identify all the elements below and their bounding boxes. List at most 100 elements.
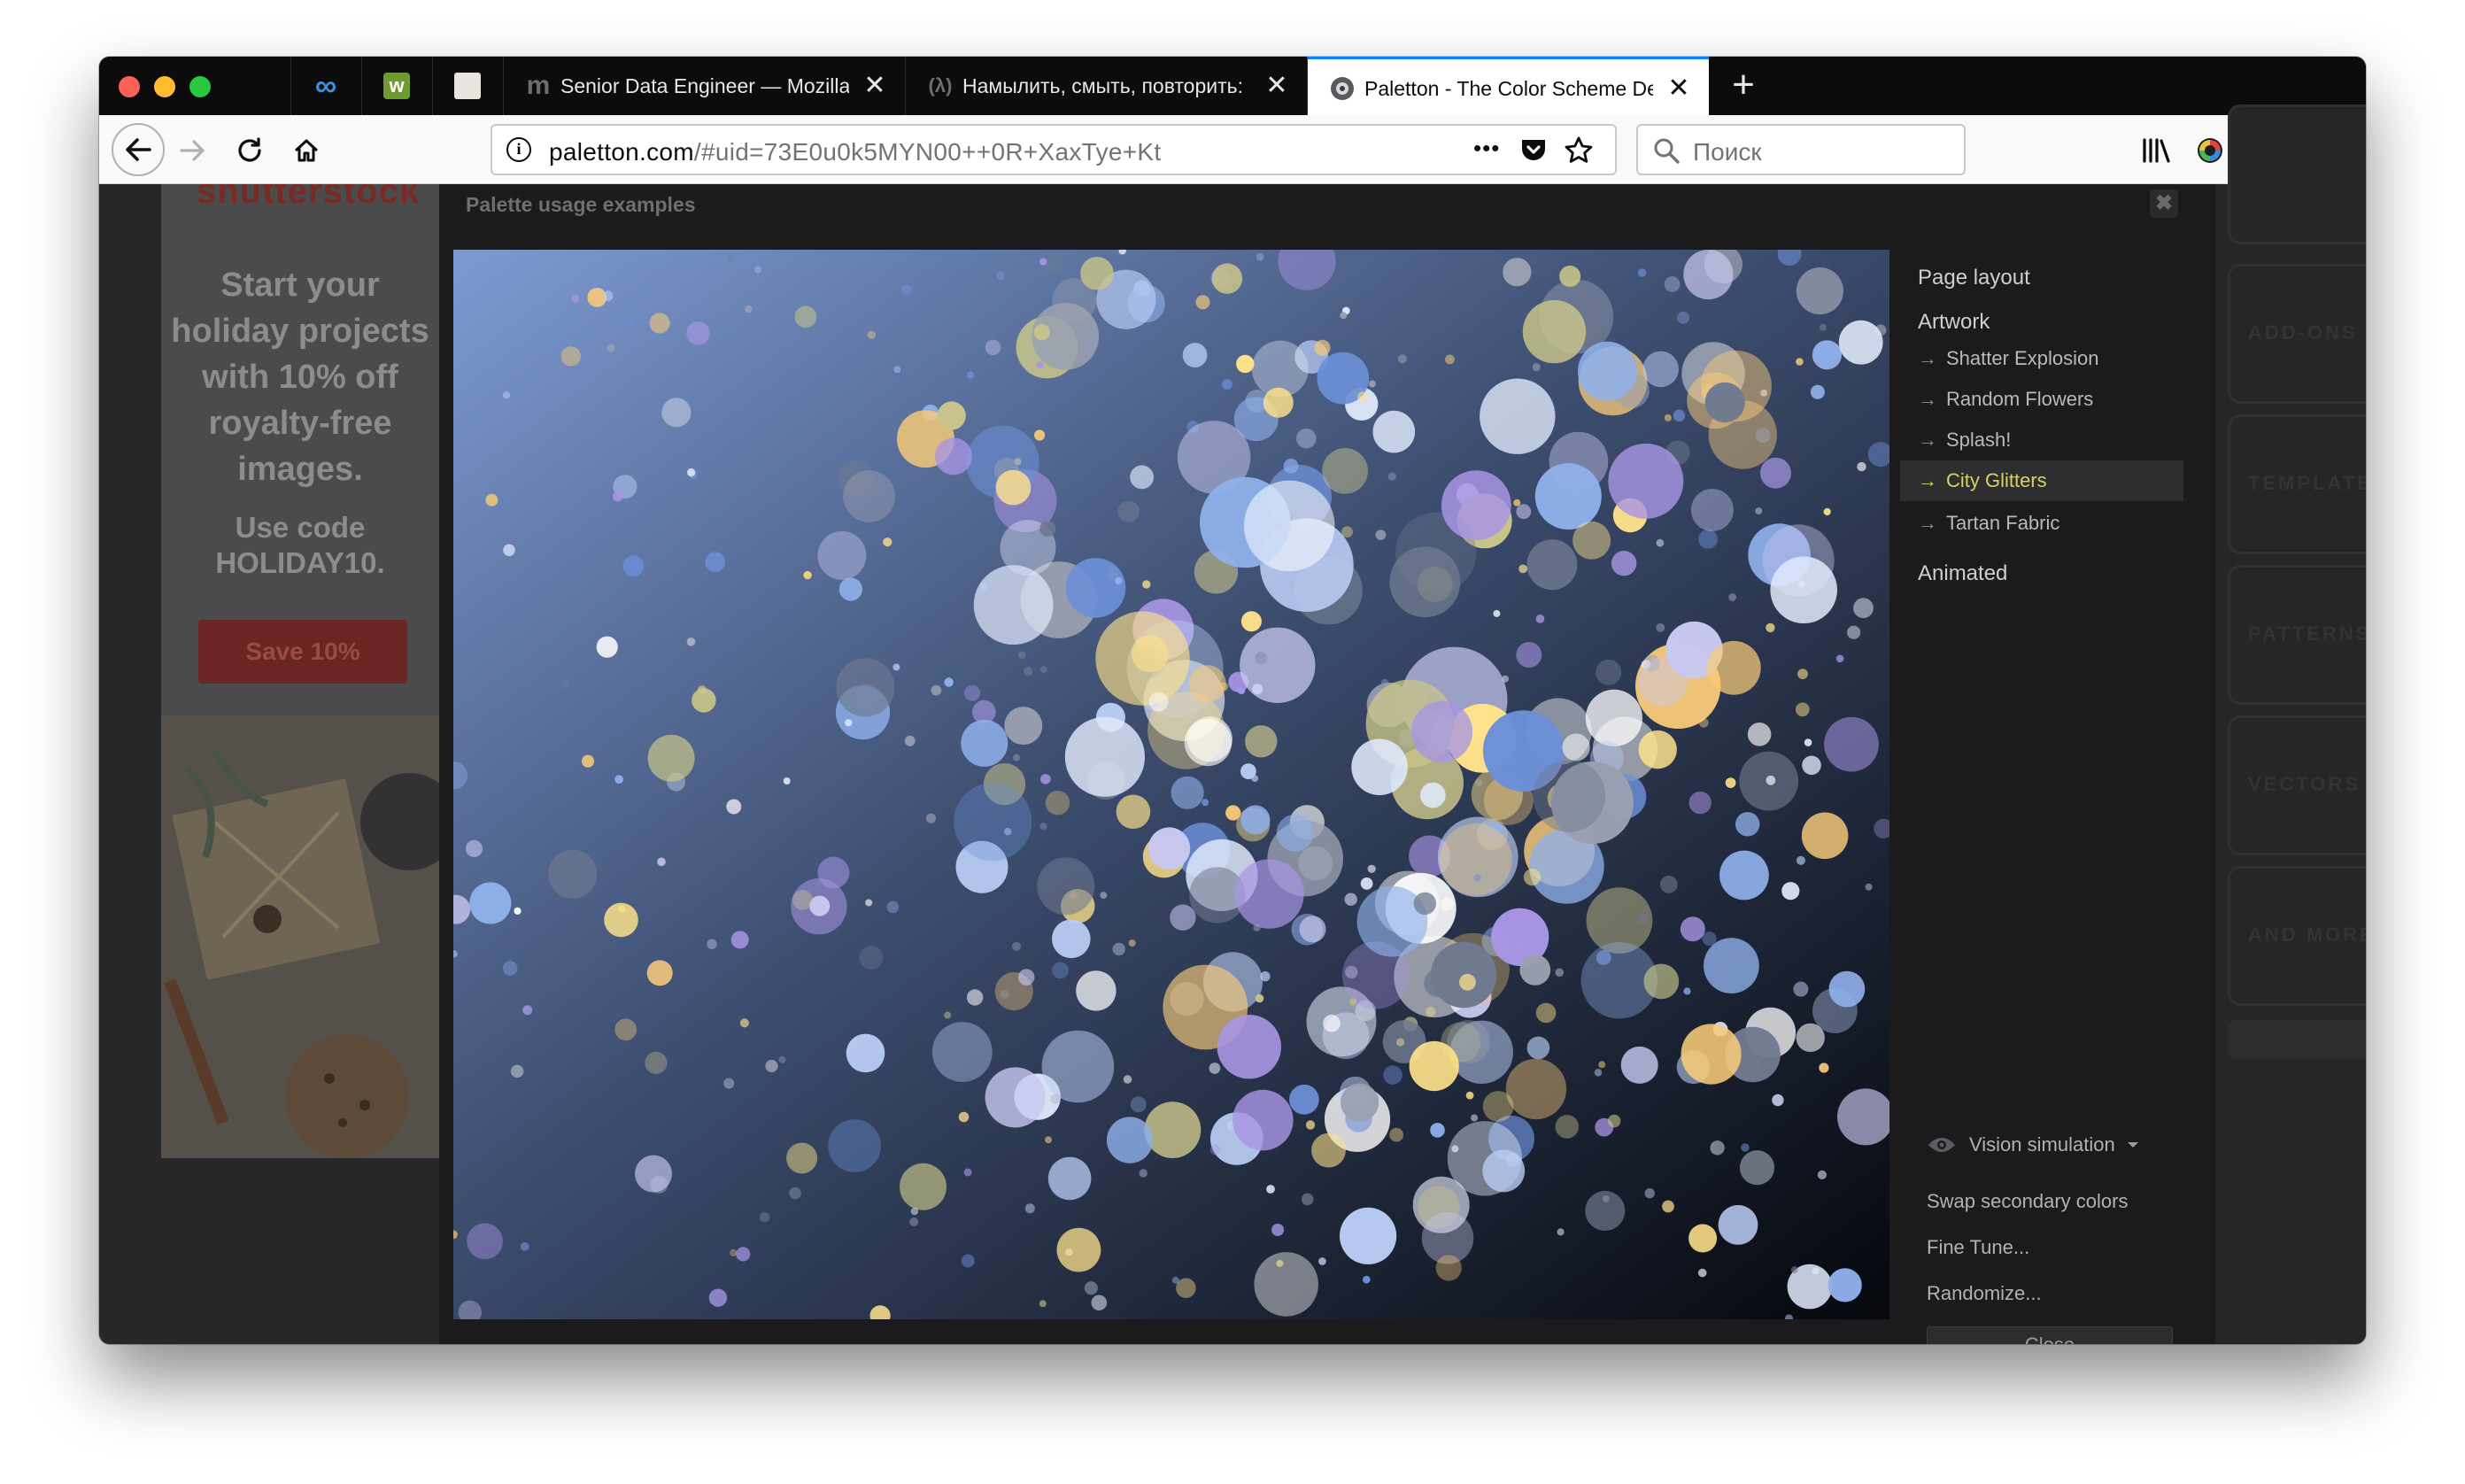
menu-animated[interactable]: Animated [1918, 561, 2007, 586]
new-tab-button[interactable]: + [1721, 64, 1766, 108]
tab-senior-data-engineer[interactable]: m Senior Data Engineer — Mozilla ✕ [503, 57, 905, 115]
tab-namylit[interactable]: (λ) Намылить, смыть, повторить: ✕ [905, 57, 1307, 115]
category-tab-vectors[interactable]: VECTORS [2228, 715, 2366, 855]
close-button[interactable]: Close [1927, 1326, 2173, 1344]
bokeh-dot [1535, 1002, 1557, 1024]
url-bar[interactable]: i paletton.com/#uid=73E0u0k5MYN00++0R+Xa… [491, 124, 1617, 175]
close-tab-icon[interactable]: ✕ [1263, 71, 1291, 101]
bokeh-dot [1697, 1268, 1707, 1278]
category-tab-and-more[interactable]: AND MORE [2228, 866, 2366, 1006]
close-tab-icon[interactable]: ✕ [861, 71, 889, 101]
close-window-button[interactable] [119, 76, 140, 97]
ad-save-button[interactable]: Save 10% [198, 620, 407, 684]
bookmark-star-icon[interactable] [1564, 135, 1594, 170]
arrow-icon: → [1918, 469, 1937, 491]
bokeh-dot [510, 1064, 524, 1078]
search-bar[interactable]: Поиск [1636, 124, 1966, 175]
bokeh-dot [1445, 354, 1455, 365]
bokeh-dot [1148, 827, 1191, 870]
menu-item-city-glitters[interactable]: → City Glitters [1900, 460, 2183, 501]
bokeh-dot [1263, 387, 1294, 418]
bokeh-dot [786, 1142, 818, 1174]
bokeh-dot [1340, 1207, 1397, 1264]
menu-item-label: Shatter Explosion [1946, 347, 2099, 369]
bokeh-dot [1184, 718, 1232, 767]
arrow-icon: → [1918, 347, 1937, 369]
bokeh-dot [937, 401, 966, 430]
reload-button[interactable] [225, 126, 274, 175]
eye-icon [1928, 1138, 1955, 1152]
swap-secondary-colors-button[interactable]: Swap secondary colors [1927, 1190, 2128, 1213]
menu-item-splash[interactable]: → Splash! [1918, 420, 2201, 460]
bokeh-dot [1596, 659, 1622, 685]
bokeh-dot [1585, 689, 1642, 746]
menu-artwork[interactable]: Artwork [1918, 310, 1990, 335]
bokeh-dot [1080, 257, 1114, 290]
home-icon [294, 139, 319, 162]
shutterstock-ad[interactable]: shutterstock Start your holiday projects… [161, 184, 439, 1158]
randomize-button[interactable]: Randomize... [1927, 1282, 2042, 1305]
category-button[interactable] [2228, 1020, 2366, 1059]
bokeh-dot [1011, 941, 1022, 951]
bokeh-dot [1637, 657, 1688, 707]
bokeh-dot [1383, 1065, 1402, 1085]
bokeh-dot [522, 1005, 533, 1016]
fine-tune-button[interactable]: Fine Tune... [1927, 1236, 2029, 1259]
bokeh-dot [614, 1018, 638, 1041]
bokeh-dot [1036, 361, 1044, 369]
menu-page-layout[interactable]: Page layout [1918, 266, 2030, 290]
bokeh-dot [1562, 733, 1590, 761]
bokeh-dot [931, 684, 942, 696]
bokeh-dot [1817, 1170, 1827, 1179]
bokeh-dot [963, 1168, 972, 1177]
pinned-tab-3[interactable] [432, 57, 503, 115]
menu-item-random-flowers[interactable]: → Random Flowers [1918, 379, 2201, 420]
pocket-icon[interactable] [1519, 137, 1548, 168]
page-actions-icon[interactable]: ••• [1473, 135, 1500, 162]
bokeh-dot [1091, 1295, 1108, 1311]
bokeh-dot [1796, 1023, 1825, 1053]
bokeh-dot [1004, 707, 1043, 746]
bokeh-dot [1202, 799, 1209, 807]
bokeh-dot [1240, 627, 1316, 703]
close-tab-icon[interactable]: ✕ [1665, 73, 1693, 104]
modal-close-icon[interactable]: ✖ [2150, 189, 2178, 218]
category-tab-patterns[interactable]: PATTERNS [2228, 565, 2366, 705]
bokeh-dot [1041, 1030, 1115, 1103]
minimize-window-button[interactable] [154, 76, 175, 97]
bokeh-dot [934, 437, 972, 475]
bokeh-dot [901, 284, 912, 295]
bokeh-dot [560, 346, 581, 367]
zoom-window-button[interactable] [189, 76, 211, 97]
bokeh-dot [548, 849, 598, 899]
pinned-tab-1[interactable]: ∞ [290, 57, 361, 115]
bokeh-dot [1704, 382, 1745, 423]
pinned-tab-2[interactable]: w [361, 57, 432, 115]
bokeh-dot [1828, 1268, 1862, 1302]
bokeh-dot [944, 677, 954, 687]
bokeh-dot [1410, 700, 1473, 763]
category-tab-add-ons[interactable]: ADD-ONS [2228, 264, 2366, 404]
menu-item-tartan-fabric[interactable]: → Tartan Fabric [1918, 503, 2201, 544]
menu-item-shatter-explosion[interactable]: → Shatter Explosion [1918, 338, 2201, 379]
back-button[interactable] [112, 123, 165, 176]
bokeh-dot [736, 1247, 751, 1262]
bokeh-dot [1240, 763, 1256, 779]
vision-simulation-dropdown[interactable]: Vision simulation [1927, 1133, 2140, 1156]
bokeh-dot [944, 1011, 952, 1019]
forward-button[interactable] [168, 126, 218, 175]
bokeh-dot [1323, 1014, 1341, 1032]
bokeh-dot [1819, 1063, 1829, 1073]
tab-paletton[interactable]: Paletton - The Color Scheme Designer ✕ [1307, 57, 1709, 115]
search-input[interactable]: Поиск [1693, 138, 1762, 166]
category-tab-templates[interactable]: TEMPLATES [2228, 414, 2366, 554]
home-button[interactable] [282, 126, 331, 175]
bokeh-dot [1389, 546, 1461, 618]
category-tab[interactable] [2228, 104, 2366, 244]
bokeh-dot [1853, 598, 1874, 619]
bokeh-dot [1195, 295, 1210, 310]
search-icon [1652, 136, 1681, 169]
bokeh-dot [1234, 859, 1304, 929]
site-info-icon[interactable]: i [506, 137, 531, 162]
library-button[interactable] [2132, 126, 2182, 175]
